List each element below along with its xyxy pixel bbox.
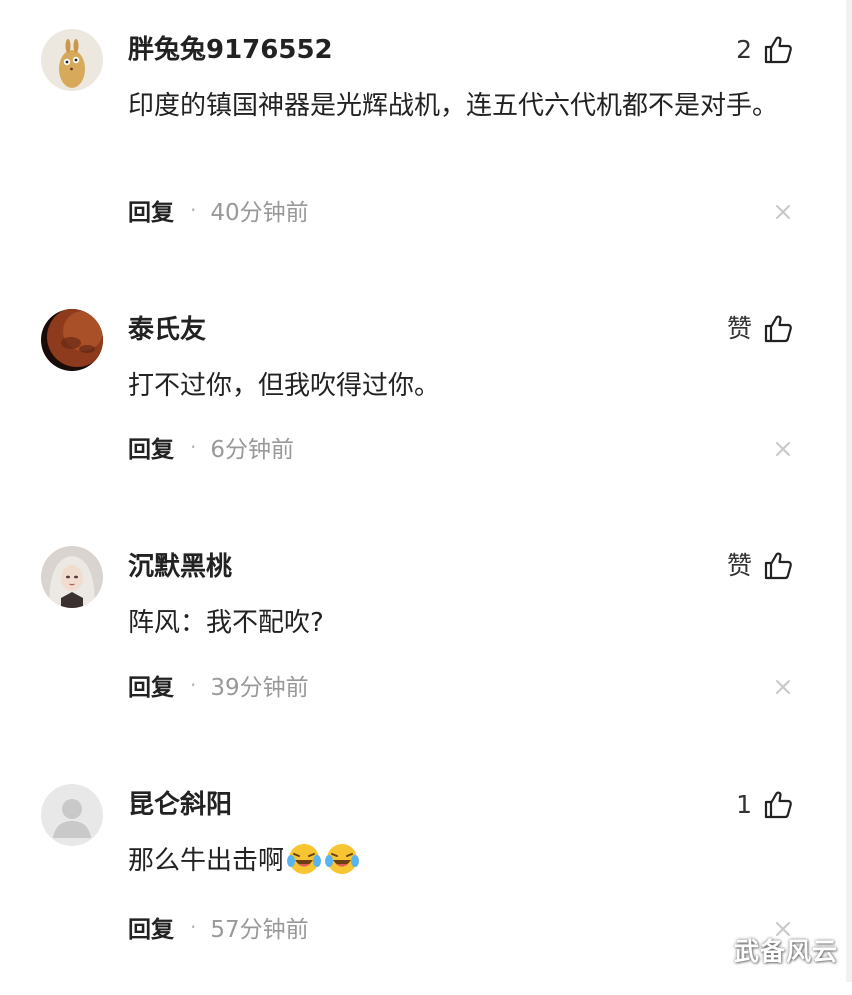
thumbs-up-icon bbox=[764, 791, 792, 819]
comment-meta: 回复 · 6分钟前 bbox=[128, 431, 294, 463]
default-avatar-icon bbox=[41, 784, 103, 846]
username[interactable]: 沉默黑桃 bbox=[128, 549, 232, 585]
comment-item: 泰氏友 赞 打不过你，但我吹得过你。 回复 · 6分钟前 bbox=[0, 280, 852, 520]
reply-button[interactable]: 回复 bbox=[128, 430, 174, 464]
avatar-anime-girl-image bbox=[41, 546, 103, 608]
avatar[interactable] bbox=[41, 309, 103, 371]
thumbs-up-icon bbox=[764, 36, 792, 64]
like-count: 赞 bbox=[726, 314, 752, 343]
comment-item: 胖兔兔9176552 2 印度的镇国神器是光辉战机，连五代六代机都不是对手。 回… bbox=[0, 0, 852, 240]
username[interactable]: 泰氏友 bbox=[128, 312, 206, 348]
like-button[interactable]: 1 bbox=[736, 788, 794, 822]
reply-button[interactable]: 回复 bbox=[128, 193, 174, 227]
separator-dot: · bbox=[190, 435, 197, 459]
timestamp: 57分钟前 bbox=[210, 917, 309, 943]
avatar-planet-image bbox=[41, 309, 103, 371]
separator-dot: · bbox=[190, 915, 197, 939]
close-icon[interactable] bbox=[772, 201, 794, 223]
thumbs-up-icon bbox=[764, 552, 792, 580]
like-count: 2 bbox=[736, 35, 752, 64]
comment-meta: 回复 · 39分钟前 bbox=[128, 669, 309, 701]
like-count: 赞 bbox=[726, 551, 752, 580]
timestamp: 39分钟前 bbox=[210, 675, 309, 701]
comment-text: 印度的镇国神器是光辉战机，连五代六代机都不是对手。 bbox=[128, 91, 779, 121]
comment-text: 阵风：我不配吹? bbox=[128, 608, 324, 638]
like-button[interactable]: 2 bbox=[736, 33, 794, 67]
username[interactable]: 昆仑斜阳 bbox=[128, 787, 232, 823]
avatar-rabbit-image bbox=[41, 29, 103, 91]
comment-meta: 回复 · 40分钟前 bbox=[128, 194, 309, 226]
separator-dot: · bbox=[190, 198, 197, 222]
close-icon[interactable] bbox=[772, 676, 794, 698]
reply-button[interactable]: 回复 bbox=[128, 668, 174, 702]
comment-meta: 回复 · 57分钟前 bbox=[128, 911, 309, 943]
watermark: 武备风云 bbox=[733, 937, 838, 966]
laugh-cry-emoji-icon bbox=[287, 844, 322, 874]
like-count: 1 bbox=[736, 790, 752, 819]
thumbs-up-icon bbox=[764, 315, 792, 343]
comment-text: 那么牛出击啊 bbox=[128, 841, 788, 882]
timestamp: 6分钟前 bbox=[210, 437, 294, 463]
timestamp: 40分钟前 bbox=[210, 200, 309, 226]
comment-text-content: 那么牛出击啊 bbox=[128, 846, 285, 876]
separator-dot: · bbox=[190, 673, 197, 697]
reply-button[interactable]: 回复 bbox=[128, 910, 174, 944]
comment-item: 沉默黑桃 赞 阵风：我不配吹? 回复 · 39分钟前 bbox=[0, 517, 852, 757]
like-button[interactable]: 赞 bbox=[727, 549, 794, 583]
like-button[interactable]: 赞 bbox=[727, 312, 794, 346]
avatar[interactable] bbox=[41, 784, 103, 846]
comment-text: 打不过你，但我吹得过你。 bbox=[128, 371, 441, 401]
comment-item: 昆仑斜阳 1 那么牛出击啊 回复 · 57分钟前 bbox=[0, 755, 852, 995]
laugh-cry-emoji-icon bbox=[325, 844, 360, 874]
username[interactable]: 胖兔兔9176552 bbox=[128, 32, 333, 68]
avatar[interactable] bbox=[41, 546, 103, 608]
close-icon[interactable] bbox=[772, 438, 794, 460]
avatar[interactable] bbox=[41, 29, 103, 91]
